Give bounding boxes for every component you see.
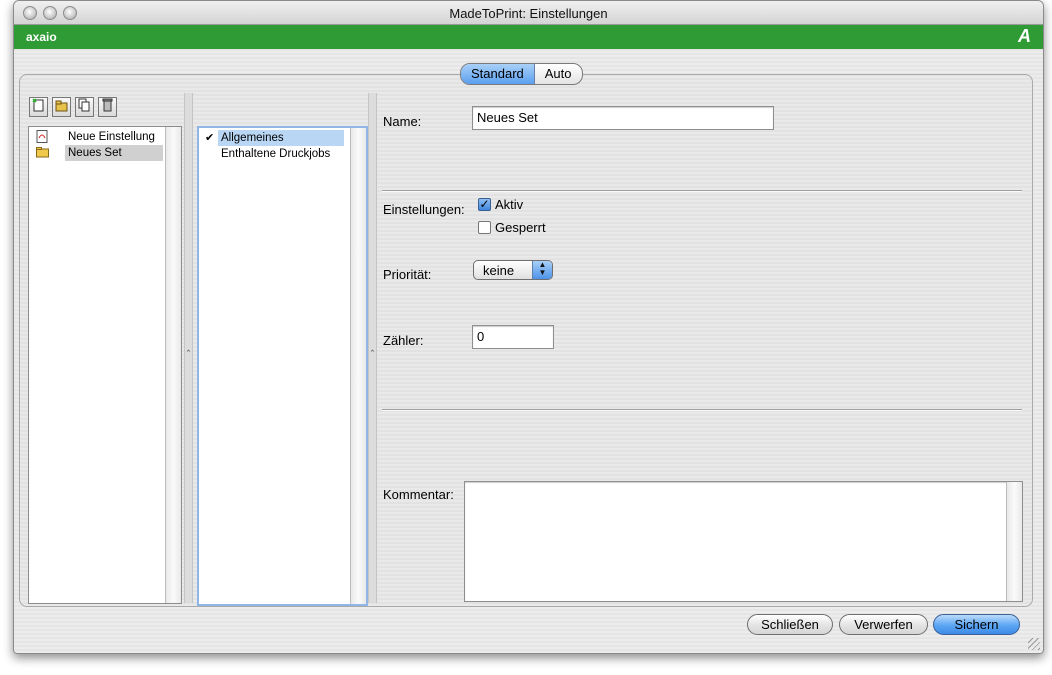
new-settings-icon[interactable] — [29, 97, 48, 117]
settings-list-scrollbar[interactable] — [165, 127, 181, 603]
resize-grip-icon[interactable] — [1028, 638, 1040, 650]
close-button[interactable]: Schließen — [747, 614, 833, 635]
comment-label: Kommentar: — [383, 487, 454, 502]
priority-value: keine — [483, 263, 515, 278]
save-button[interactable]: Sichern — [933, 614, 1020, 635]
counter-label: Zähler: — [383, 333, 424, 348]
list-item[interactable]: Neues Set — [33, 145, 163, 161]
tab-auto[interactable]: Auto — [535, 64, 582, 84]
sections-list-scrollbar[interactable] — [350, 128, 366, 604]
priority-label: Priorität: — [383, 267, 432, 282]
mode-tabs: Standard Auto — [460, 63, 583, 85]
gesperrt-checkbox[interactable] — [478, 221, 491, 234]
brand-mark-icon: A — [1018, 26, 1031, 46]
tab-standard[interactable]: Standard — [461, 64, 535, 84]
priority-select[interactable]: keine ▲ ▼ — [473, 260, 553, 280]
gesperrt-label: Gesperrt — [495, 220, 546, 235]
list-item-label: Allgemeines — [218, 130, 344, 146]
splitter-handle-icon: ‸ — [370, 341, 375, 352]
axaio-logo: axaio — [26, 30, 57, 44]
list-item[interactable]: Neue Einstellung — [33, 129, 163, 145]
up-down-arrows-icon: ▲ ▼ — [532, 261, 552, 279]
folder-icon — [36, 146, 49, 159]
sections-list: ✔ Allgemeines Enthaltene Druckjobs — [197, 126, 368, 606]
settings-label: Einstellungen: — [383, 202, 465, 217]
divider — [382, 409, 1022, 411]
counter-field[interactable]: 0 — [472, 325, 554, 349]
list-item-label: Enthaltene Druckjobs — [221, 148, 331, 160]
checkmark-icon: ✔ — [205, 132, 215, 144]
pdf-document-icon — [36, 130, 48, 143]
name-label: Name: — [383, 114, 422, 129]
splitter-right[interactable]: ‸ — [368, 93, 377, 603]
title-bar: MadeToPrint: Einstellungen — [14, 1, 1043, 25]
splitter-left[interactable]: ‸ — [184, 93, 193, 603]
list-item[interactable]: Enthaltene Druckjobs — [201, 146, 346, 162]
aktiv-label: Aktiv — [495, 197, 524, 212]
divider — [382, 190, 1022, 192]
delete-icon[interactable] — [98, 97, 117, 117]
name-field[interactable]: Neues Set — [472, 106, 774, 130]
settings-list: Neue Einstellung Neues Set — [28, 126, 182, 604]
new-set-icon[interactable] — [52, 97, 71, 117]
list-item[interactable]: ✔ Allgemeines — [201, 130, 346, 146]
duplicate-icon[interactable] — [75, 97, 94, 117]
list-item-label: Neues Set — [65, 145, 163, 161]
comment-area[interactable] — [464, 481, 1023, 602]
discard-button[interactable]: Verwerfen — [839, 614, 928, 635]
comment-scrollbar[interactable] — [1006, 482, 1022, 601]
brand-bar: axaio A — [14, 25, 1043, 49]
settings-window: MadeToPrint: Einstellungen axaio A Stand… — [13, 0, 1044, 654]
window-title: MadeToPrint: Einstellungen — [449, 6, 608, 21]
list-item-label: Neue Einstellung — [68, 131, 155, 143]
splitter-handle-icon: ‸ — [186, 341, 191, 352]
aktiv-checkbox[interactable]: ✓ — [478, 198, 491, 211]
